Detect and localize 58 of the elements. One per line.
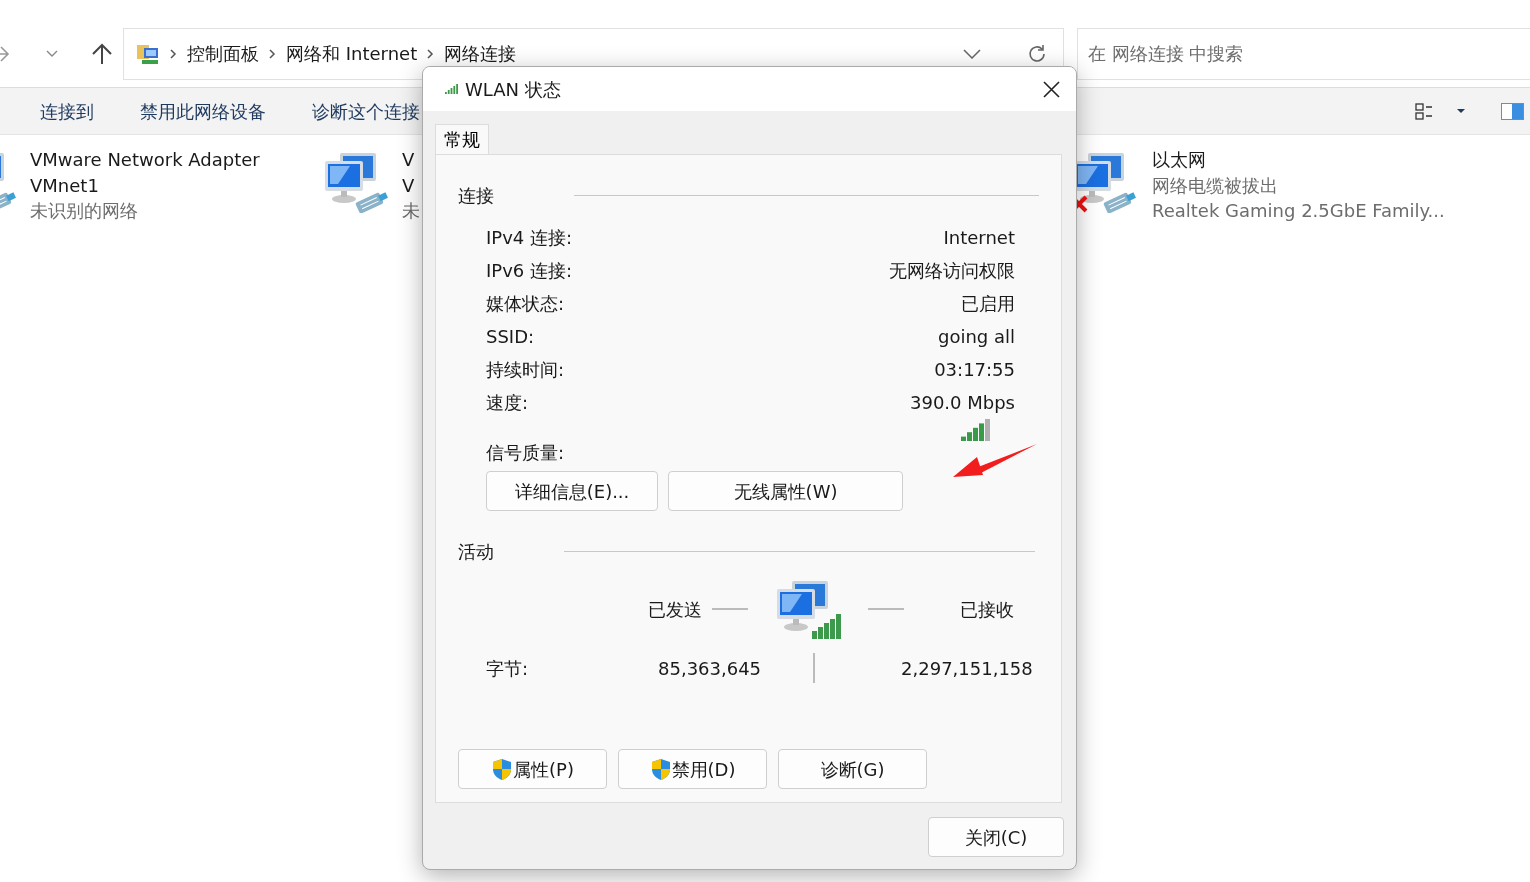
adapter-name[interactable]: VMware Network Adapter xyxy=(30,147,260,173)
field-value: 无网络访问权限 xyxy=(889,259,1015,283)
field-value: 03:17:55 xyxy=(934,358,1015,382)
adapter-name[interactable]: 以太网 xyxy=(1152,147,1445,173)
field-value: 390.0 Mbps xyxy=(910,391,1015,415)
breadcrumb[interactable]: 控制面板 xyxy=(187,40,259,67)
dropdown-icon[interactable] xyxy=(963,48,981,59)
chevron-icon xyxy=(269,48,276,59)
adapter-status: 未识别的网络 xyxy=(30,199,139,223)
caret-icon[interactable] xyxy=(1457,109,1465,113)
close-icon[interactable] xyxy=(1043,80,1060,98)
field-value: Internet xyxy=(943,226,1015,250)
received-bytes: 2,297,151,158 xyxy=(901,656,1033,681)
sent-label: 已发送 xyxy=(648,597,702,622)
close-button[interactable]: 关闭(C) xyxy=(928,817,1064,857)
refresh-icon[interactable] xyxy=(1027,43,1047,64)
section-heading: 连接 xyxy=(458,183,494,208)
field-value: going all xyxy=(937,325,1015,349)
toolbar-button[interactable]: 连接到 xyxy=(40,97,94,125)
dialog-title: WLAN 状态 xyxy=(465,77,561,102)
adapter-device: Realtek Gaming 2.5GbE Family... xyxy=(1152,199,1445,223)
breadcrumb[interactable]: 网络连接 xyxy=(444,40,517,67)
field-value: 已启用 xyxy=(961,292,1015,316)
toolbar-button[interactable]: 诊断这个连接 xyxy=(312,97,420,125)
dialog-button[interactable]: 详细信息(E)... xyxy=(486,471,659,511)
toolbar-button[interactable]: 禁用此网络设备 xyxy=(140,97,266,125)
field-label: 信号质量: xyxy=(486,441,565,465)
forward-icon[interactable] xyxy=(0,44,10,63)
field-label: IPv6 连接: xyxy=(486,259,573,283)
dropdown-icon[interactable] xyxy=(46,49,58,58)
dialog-button[interactable]: 无线属性(W) xyxy=(668,471,903,511)
signal-strength-icon xyxy=(961,419,991,441)
adapter-status: 未 xyxy=(402,199,420,223)
field-label: 速度: xyxy=(486,391,529,415)
view-options-icon[interactable] xyxy=(1415,101,1433,121)
field-label: SSID: xyxy=(486,325,535,349)
field-label: 媒体状态: xyxy=(486,292,565,316)
breadcrumb[interactable]: 网络和 Internet xyxy=(286,40,418,67)
field-label: 持续时间: xyxy=(486,358,565,382)
dialog-button[interactable]: 禁用(D) xyxy=(618,749,767,789)
signal-icon xyxy=(445,84,459,94)
sent-bytes: 85,363,645 xyxy=(658,656,762,681)
adapter-name[interactable]: V xyxy=(402,172,420,198)
section-heading: 活动 xyxy=(458,539,494,564)
adapter-status: 网络电缆被拔出 xyxy=(1152,173,1279,198)
field-label: IPv4 连接: xyxy=(486,226,573,250)
chevron-icon xyxy=(170,48,177,59)
chevron-icon xyxy=(427,48,435,59)
tab[interactable]: 常规 xyxy=(435,124,489,154)
search-field[interactable]: 在 网络连接 中搜索 xyxy=(1077,27,1530,80)
bytes-label: 字节: xyxy=(486,656,530,681)
preview-pane-icon[interactable] xyxy=(1501,102,1524,120)
received-label: 已接收 xyxy=(960,597,1014,622)
dialog-button[interactable]: 诊断(G) xyxy=(778,749,927,789)
up-arrow-icon[interactable] xyxy=(92,42,112,65)
dialog-button[interactable]: 属性(P) xyxy=(458,749,607,789)
adapter-name[interactable]: VMnet1 xyxy=(30,172,260,198)
adapter-name[interactable]: V xyxy=(402,147,420,173)
